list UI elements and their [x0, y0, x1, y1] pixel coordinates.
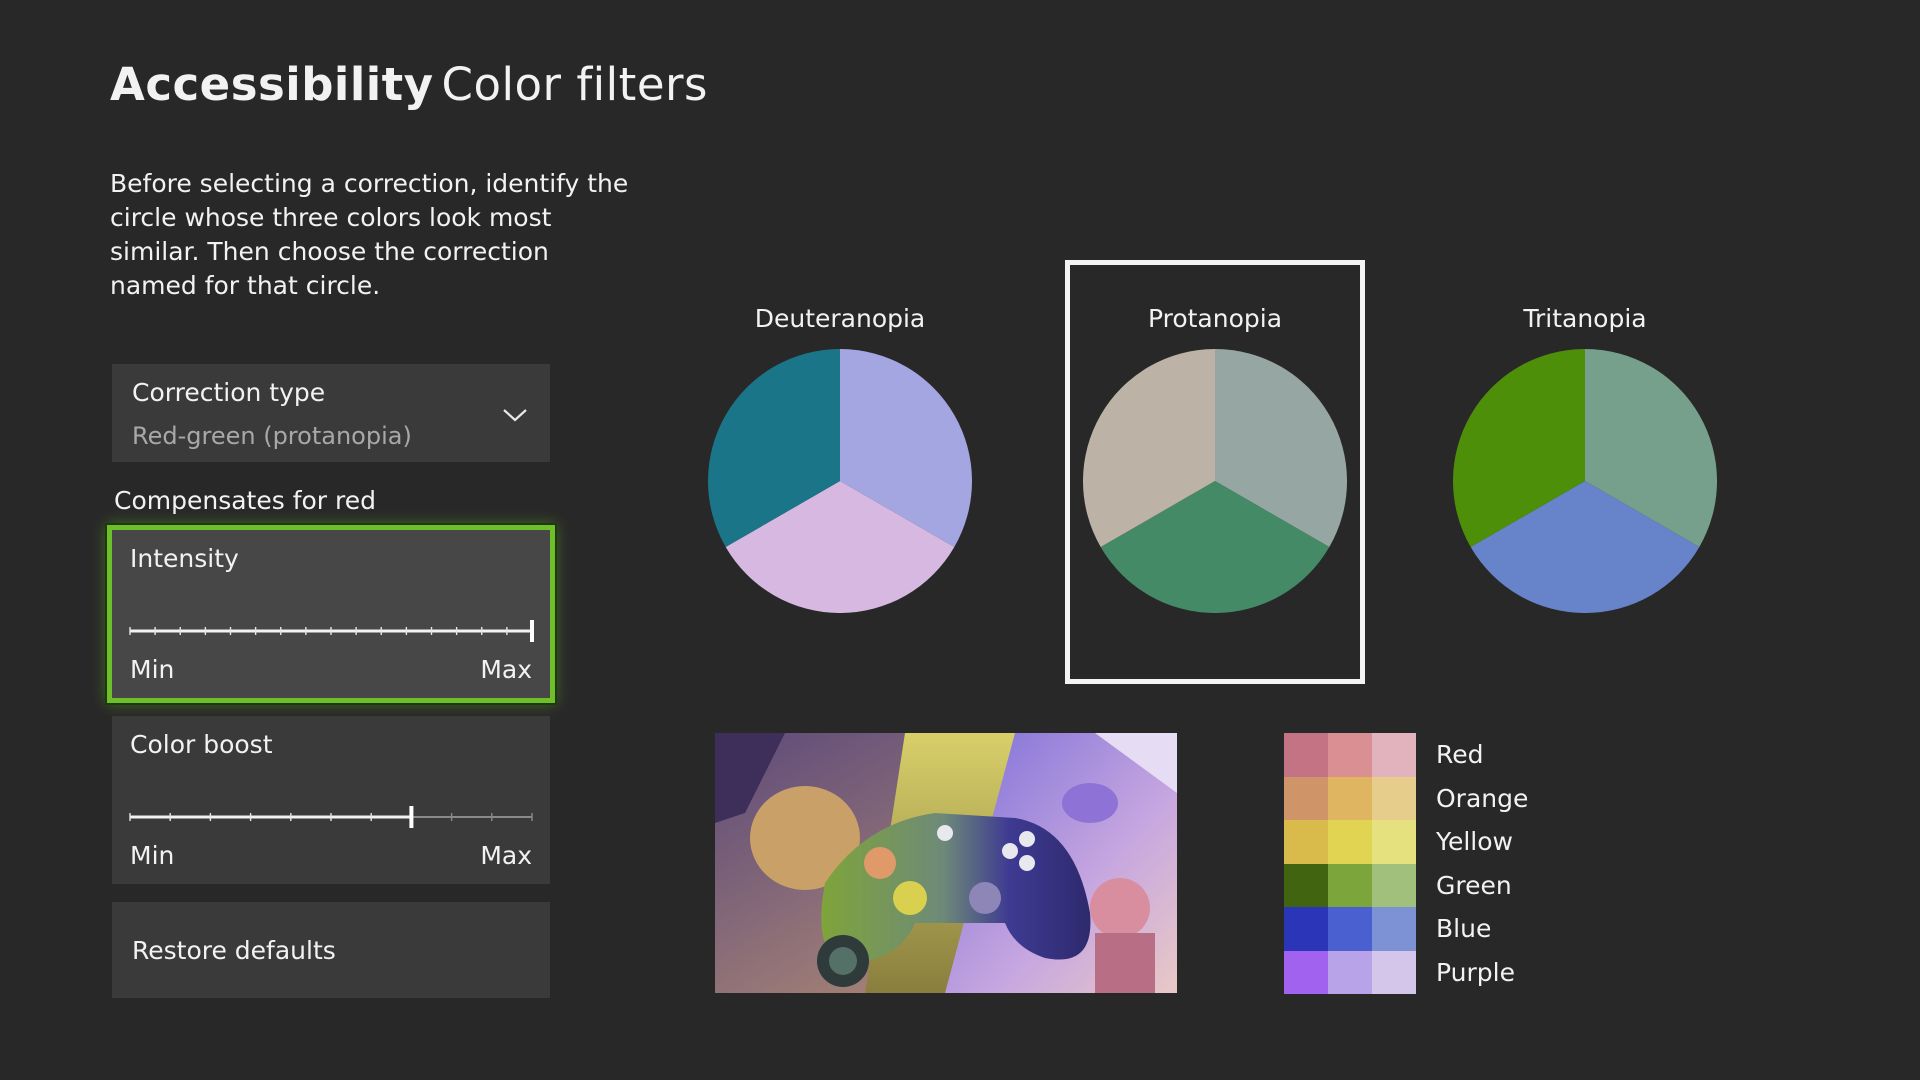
color-boost-track-graphic — [129, 806, 533, 828]
swatch-row-red: Red — [1284, 733, 1528, 777]
page-title: Accessibility Color filters — [110, 58, 708, 111]
title-section: Accessibility — [110, 58, 434, 111]
swatch-label: Blue — [1436, 914, 1492, 944]
swatch-cell — [1284, 863, 1328, 907]
swatch-cell — [1284, 776, 1328, 820]
color-boost-max-label: Max — [480, 841, 532, 870]
title-page: Color filters — [441, 58, 708, 111]
slider-thumb[interactable] — [409, 806, 414, 828]
intensity-min-label: Min — [130, 655, 175, 684]
swatch-cell — [1372, 907, 1416, 951]
restore-defaults-button[interactable]: Restore defaults — [112, 902, 550, 998]
swatch-cell — [1328, 733, 1372, 777]
swatch-cell — [1372, 863, 1416, 907]
chevron-down-icon — [503, 409, 527, 422]
protanopia-pie — [1083, 349, 1347, 613]
color-swatch-grid: Red Orange Yellow Green Blue Purple — [1284, 733, 1528, 994]
swatch-label: Yellow — [1436, 827, 1513, 857]
slider-thumb[interactable] — [530, 620, 534, 642]
swatch-cell — [1328, 776, 1372, 820]
intensity-track[interactable] — [129, 620, 534, 642]
deuteranopia-pie — [708, 349, 972, 613]
swatch-label: Orange — [1436, 783, 1529, 813]
swatch-cell — [1372, 950, 1416, 994]
intensity-label: Intensity — [130, 544, 239, 573]
restore-defaults-label: Restore defaults — [132, 936, 336, 965]
swatch-label: Purple — [1436, 957, 1515, 987]
swatch-cell — [1372, 776, 1416, 820]
compensates-label: Compensates for red — [114, 486, 376, 515]
swatch-cell — [1284, 820, 1328, 864]
swatch-row-blue: Blue — [1284, 907, 1528, 951]
intensity-slider[interactable]: Intensity Min Max — [112, 530, 550, 698]
swatch-cell — [1284, 950, 1328, 994]
color-boost-label: Color boost — [130, 730, 273, 759]
tritanopia-circle-option[interactable]: Tritanopia — [1435, 262, 1735, 682]
swatch-row-orange: Orange — [1284, 776, 1529, 820]
swatch-label: Green — [1436, 870, 1512, 900]
swatch-cell — [1328, 863, 1372, 907]
swatch-cell — [1328, 820, 1372, 864]
swatch-row-green: Green — [1284, 863, 1528, 907]
color-boost-track[interactable] — [129, 806, 533, 828]
tritanopia-pie — [1453, 349, 1717, 613]
deuteranopia-circle-option[interactable]: Deuteranopia — [690, 262, 990, 682]
intensity-track-graphic — [129, 620, 534, 642]
intensity-max-label: Max — [480, 655, 532, 684]
tritanopia-label: Tritanopia — [1523, 304, 1647, 333]
correction-type-dropdown[interactable]: Correction type Red-green (protanopia) — [112, 364, 550, 462]
swatch-cell — [1284, 907, 1328, 951]
correction-type-label: Correction type — [132, 378, 326, 407]
swatch-label: Red — [1436, 740, 1484, 770]
sample-artwork-image — [715, 733, 1177, 993]
color-boost-min-label: Min — [130, 841, 175, 870]
instructions-text: Before selecting a correction, identify … — [110, 169, 629, 300]
correction-type-value: Red-green (protanopia) — [132, 422, 412, 450]
protanopia-circle-option[interactable]: Protanopia — [1065, 260, 1365, 684]
swatch-row-purple: Purple — [1284, 950, 1528, 994]
swatch-cell — [1328, 950, 1372, 994]
swatch-row-yellow: Yellow — [1284, 820, 1528, 864]
swatch-cell — [1328, 907, 1372, 951]
swatch-cell — [1284, 733, 1328, 777]
swatch-cell — [1372, 820, 1416, 864]
swatch-cell — [1372, 733, 1416, 777]
controller-artwork-graphic — [715, 733, 1177, 993]
color-boost-slider[interactable]: Color boost Min Max — [112, 716, 550, 884]
deuteranopia-label: Deuteranopia — [754, 304, 926, 333]
protanopia-label: Protanopia — [1147, 304, 1283, 333]
